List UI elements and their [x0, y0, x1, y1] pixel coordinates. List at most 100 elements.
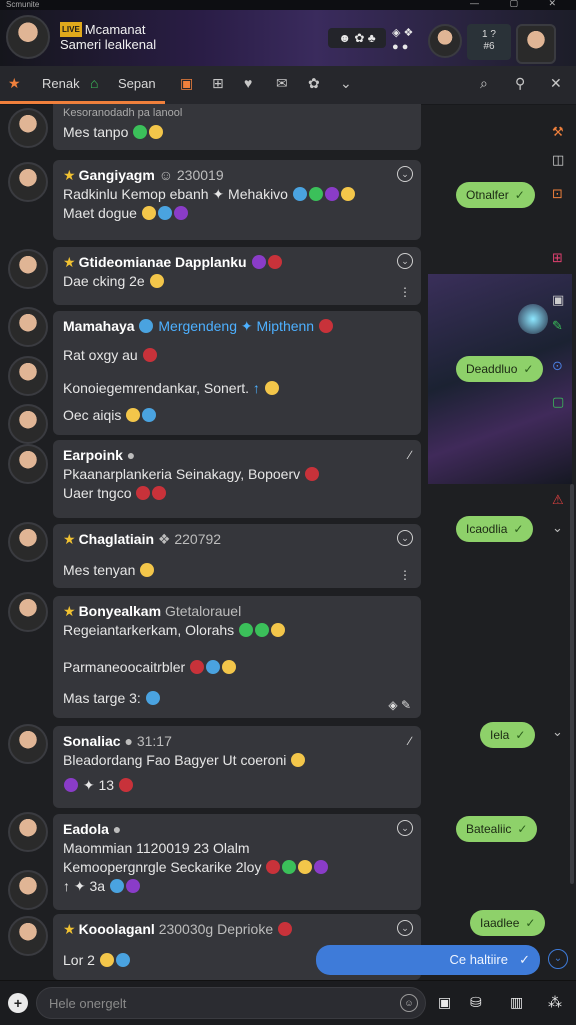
avatar[interactable] — [8, 812, 48, 852]
heart-icon[interactable]: ♥ — [244, 75, 252, 91]
chevron-down-icon[interactable]: ⌄ — [552, 520, 563, 536]
gem-icon — [64, 778, 78, 792]
chevron-down-icon[interactable]: ⌄ — [397, 530, 413, 546]
channel-avatar[interactable] — [6, 15, 50, 59]
close-icon[interactable]: ✕ — [550, 75, 562, 92]
avatar[interactable] — [8, 522, 48, 562]
message-bubble[interactable]: Sonaliac ● 31:17 Bleadordang Fao Bagyer … — [53, 726, 421, 808]
sticker-icon[interactable]: ✿ — [308, 75, 320, 92]
emoji-icon — [271, 623, 286, 637]
gift-icon[interactable]: ▥ — [510, 994, 523, 1011]
avatar[interactable] — [8, 307, 48, 347]
profile-avatar[interactable] — [516, 24, 556, 64]
plus-icon[interactable]: + — [8, 993, 28, 1013]
reply-pill[interactable]: Deaddluo ✓ — [456, 356, 544, 382]
emoji-icon — [141, 206, 156, 220]
edit-icon[interactable]: ∕ — [409, 448, 411, 462]
avatar[interactable] — [8, 870, 48, 910]
box-icon[interactable]: ▢ — [552, 394, 564, 410]
avatar[interactable] — [8, 592, 48, 632]
star-icon: ★ — [63, 531, 76, 547]
scrollbar[interactable] — [570, 484, 574, 884]
avatar[interactable] — [8, 444, 48, 484]
title-line1: Mcamanat — [84, 22, 146, 37]
alert-icon[interactable]: ⚠ — [552, 492, 564, 508]
check-icon: ✓ — [523, 362, 534, 376]
window-controls[interactable]: — ▢ ✕ — [470, 0, 570, 9]
message-header: ★ Chaglatiain ❖ 220792 — [63, 531, 222, 547]
edit-icon[interactable]: ∕ — [409, 734, 411, 748]
message-bubble[interactable]: ★ Bonyealkam Gtetalorauel Regeiantarkerka… — [53, 596, 421, 718]
message-text: Uaer tngco — [63, 484, 411, 503]
avatar[interactable] — [8, 356, 48, 396]
message-header: ★ Bonyealkam Gtetalorauel — [63, 603, 242, 619]
avatar[interactable] — [8, 404, 48, 444]
more-icon[interactable]: ⋮ — [399, 285, 411, 299]
reply-pill[interactable]: Otnalfer ✓ — [456, 182, 535, 208]
avatar[interactable] — [8, 724, 48, 764]
gif-icon[interactable]: ⛁ — [470, 994, 482, 1011]
avatar[interactable] — [8, 249, 48, 289]
message-bubble[interactable]: Kesoranodadh pa lanool Mes tanpo — [53, 104, 421, 150]
message-header: ★ Gtideomianae Dapplanku — [63, 253, 411, 272]
chevron-down-icon[interactable]: ⌄ — [397, 166, 413, 182]
pin-icon[interactable]: ⚲ — [515, 75, 525, 92]
edit-icon[interactable]: ✎ — [552, 318, 563, 334]
message-input[interactable] — [36, 987, 426, 1019]
member-avatar[interactable] — [428, 24, 462, 58]
chat-header: LIVE Mcamanat Sameri lealkenal ☻ ✿ ♣ ◈ ❖ … — [0, 10, 576, 66]
apps-icon[interactable]: ⁂ — [548, 994, 562, 1011]
hammer-icon[interactable]: ⚒ — [552, 124, 564, 140]
header-icon-box[interactable]: ☻ ✿ ♣ — [328, 28, 386, 48]
mail-icon[interactable]: ✉ — [276, 75, 288, 92]
avatar[interactable] — [8, 108, 48, 148]
code-icon[interactable]: ◫ — [552, 152, 564, 168]
chart-icon[interactable]: ⊡ — [552, 186, 563, 202]
attach-icon[interactable]: ▣ — [438, 994, 451, 1011]
send-status-label: Ce haltiire — [449, 952, 508, 967]
message-text: Kemoopergnrgle Seckarike 2loy — [63, 858, 411, 877]
chevron-down-icon[interactable]: ⌄ — [548, 949, 568, 969]
image-icon[interactable]: ▣ — [180, 75, 193, 92]
more-icon[interactable]: ⋮ — [399, 568, 411, 582]
message-bubble[interactable]: Earpoink ● Pkaanarplankeria Seinakagy, B… — [53, 440, 421, 518]
message-bubble[interactable]: Mamahaya Mergendeng ✦ Mipthenn Rat oxgy … — [53, 311, 421, 435]
chevron-down-icon[interactable]: ⌄ — [397, 253, 413, 269]
emoji-icon[interactable]: ☺ — [400, 994, 418, 1012]
reply-pill[interactable]: Batealiic ✓ — [456, 816, 538, 842]
chevron-down-icon[interactable]: ⌄ — [397, 920, 413, 936]
message-bubble[interactable]: ★ Chaglatiain ❖ 220792 Mes tenyan ⌄ ⋮ — [53, 524, 421, 588]
reply-pill[interactable]: Iela ✓ — [480, 722, 536, 748]
reaction-icons[interactable]: ◈ ✎ — [388, 698, 411, 712]
star-icon[interactable]: ★ — [8, 75, 21, 92]
gem-icon — [142, 348, 157, 362]
gem-icon — [152, 486, 167, 500]
home-icon[interactable]: ⌂ — [90, 75, 98, 91]
image-icon[interactable]: ▣ — [552, 292, 564, 308]
message-list[interactable]: Kesoranodadh pa lanool Mes tanpo ★ Gangiy… — [0, 104, 576, 980]
gift-icon[interactable]: ⊞ — [552, 250, 563, 266]
send-status-pill[interactable]: Ce haltiire ✓ — [316, 945, 540, 975]
chevron-down-icon[interactable]: ⌄ — [340, 75, 352, 92]
emoji-icon — [126, 408, 141, 422]
sticker-icon — [133, 125, 148, 139]
avatar[interactable] — [8, 916, 48, 956]
gem-icon — [173, 206, 188, 220]
grid-icon[interactable]: ⊞ — [212, 75, 224, 92]
reply-pill[interactable]: Icaodlia ✓ — [456, 516, 534, 542]
gem-icon — [136, 486, 151, 500]
avatar[interactable] — [8, 162, 48, 202]
tab-home[interactable]: Renak — [42, 75, 80, 91]
tab-second[interactable]: Sepan — [118, 75, 156, 91]
message-bubble[interactable]: Eadola ● Maommian 1120019 23 Olalm Kemoo… — [53, 814, 421, 910]
settings-icon[interactable]: ⊙ — [552, 358, 563, 374]
chevron-down-icon[interactable]: ⌄ — [552, 724, 563, 740]
message-text: Bleadordang Fao Bagyer Ut coeroni — [63, 751, 411, 770]
message-bubble[interactable]: ★ Gtideomianae Dapplanku Dae cking 2e ⌄ ⋮ — [53, 247, 421, 305]
chevron-down-icon[interactable]: ⌄ — [397, 820, 413, 836]
star-icon: ★ — [63, 254, 76, 270]
member-count-box[interactable]: 1 ? #6 — [467, 24, 511, 60]
search-icon[interactable]: ⌕ — [480, 75, 488, 92]
reply-pill[interactable]: Iaadlee ✓ — [470, 910, 546, 936]
message-bubble[interactable]: ★ Gangiyagm ☺ 230019 Radkinlu Kemop ebanh… — [53, 160, 421, 240]
